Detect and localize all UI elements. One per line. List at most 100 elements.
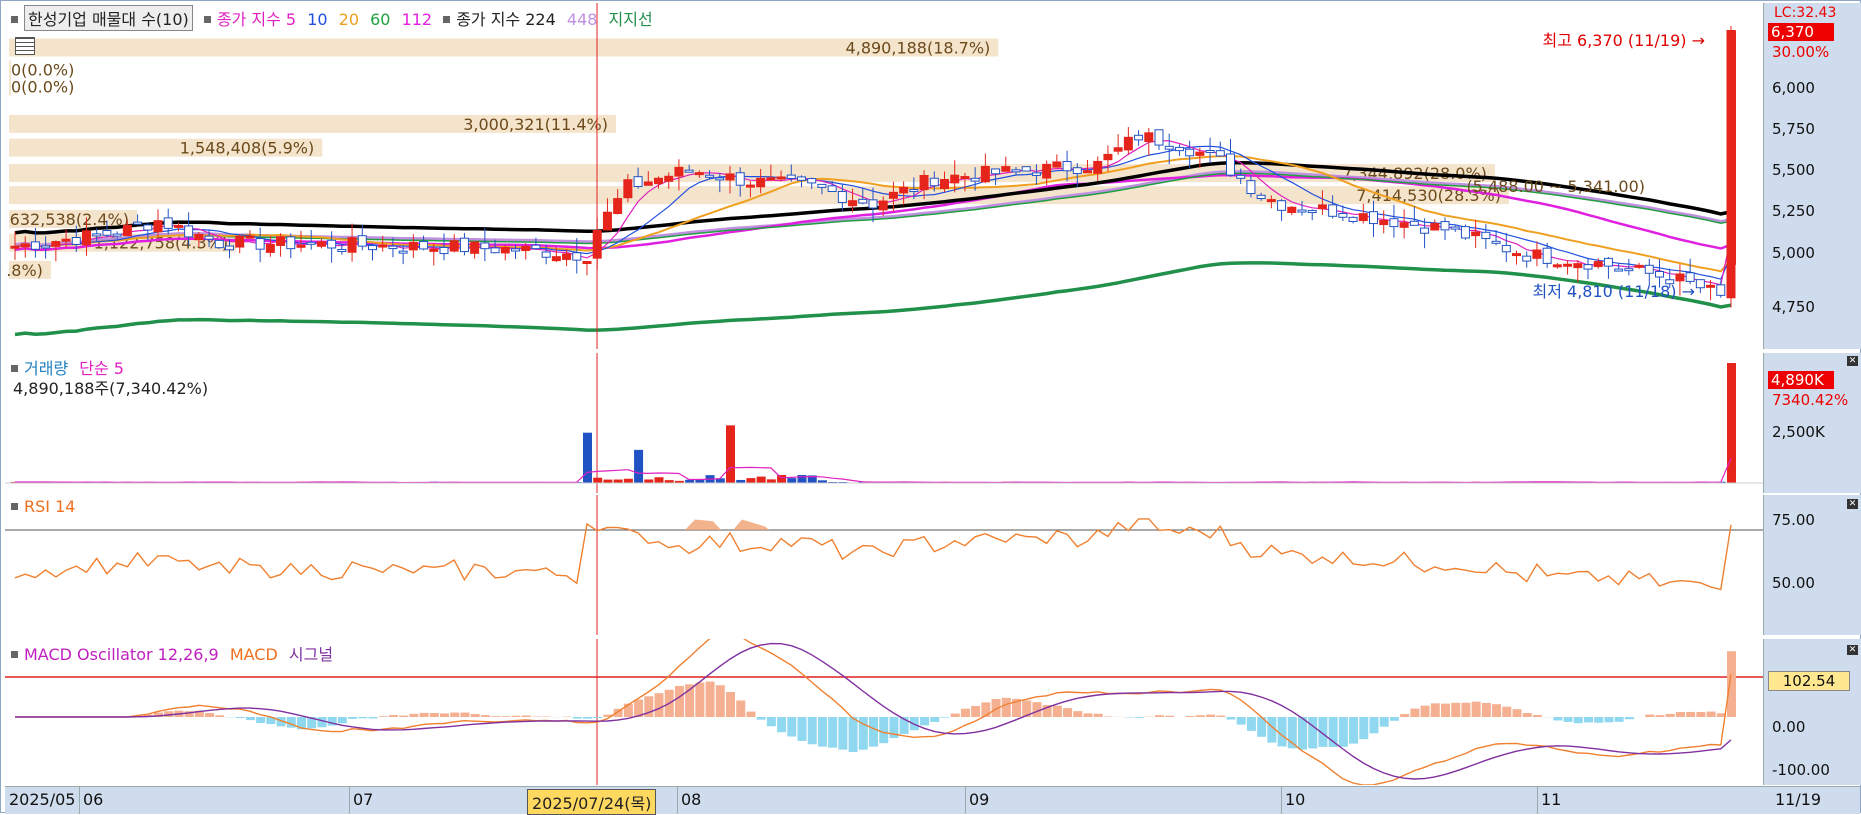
candle-body [11,246,19,248]
volume-panel[interactable]: 거래량 단순 5 4,890,188주(7,340.42%) [5,353,1763,493]
macd-axis[interactable]: ✕ 102.54 0.00 -100.00 [1763,639,1861,785]
candle-body [185,226,193,237]
candle-body [971,178,979,181]
candle-body [532,245,540,248]
candle-body [317,242,325,246]
macd-osc-bar [1574,717,1583,723]
candle-body [369,246,377,250]
close-icon[interactable]: ✕ [1847,645,1858,655]
price-panel[interactable]: 4,890,188(18.7%)3,000,321(11.4%)1,548,40… [5,3,1763,349]
candle-body [1513,254,1521,256]
candle-body [72,238,80,245]
volume-bar [746,478,755,483]
rsi-title[interactable]: RSI 14 [24,497,75,516]
candle-body [900,187,908,193]
candle-body [226,246,234,250]
macd-osc-bar [1461,703,1470,717]
candle-body [1288,207,1296,212]
ma448-label[interactable]: 448 [567,10,598,29]
macd-osc-bar [450,713,459,717]
candle-body [123,225,131,235]
close-icon[interactable]: ✕ [1847,356,1858,366]
candle-body [83,231,91,245]
ma20-label[interactable]: 20 [339,10,359,29]
candle-body [1543,248,1551,263]
macd-title[interactable]: MACD Oscillator 12,26,9 [24,645,219,664]
volume-profile-label: 3,000,321(11.4%) [463,115,608,134]
price-axis[interactable]: LC:32.43 6,370 30.00% 6,000 5,750 5,500 … [1763,3,1861,349]
rsi-panel[interactable]: RSI 14 [5,495,1763,635]
macd-osc-bar [1104,716,1113,717]
candle-body [818,184,826,187]
price-tick: 5,500 [1772,161,1815,179]
candle-body [266,244,274,252]
candle-body [307,242,315,244]
candle-body [941,179,949,188]
macd-tick: -100.00 [1772,761,1830,779]
macd-osc-bar [471,714,480,717]
candle-body [1216,151,1224,156]
macd-osc-bar [522,715,531,717]
candle-body [716,178,724,180]
candle-body [1390,219,1398,227]
current-price-badge: 6,370 [1768,23,1834,41]
macd-osc-bar [389,715,398,717]
macd-osc-bar [1604,717,1613,722]
candle-body [1533,250,1541,258]
macd-osc-bar [736,700,745,717]
macd-osc-bar [1298,717,1307,750]
close-icon[interactable]: ✕ [1847,499,1858,509]
macd-osc-bar [1094,714,1103,717]
price-tick: 5,000 [1772,244,1815,262]
table-icon[interactable] [15,37,35,55]
support-label[interactable]: 지지선 [609,10,653,29]
candle-body [1298,210,1306,212]
macd-label[interactable]: MACD [230,645,278,664]
ma112-label[interactable]: 112 [402,10,433,29]
macd-osc-bar [1206,715,1215,717]
candle-body [440,247,448,253]
x-axis[interactable]: 2025/05 06 07 08 09 10 11 2025/07/24(목) … [5,786,1860,814]
candle-body [113,234,121,236]
ma-label[interactable]: 종가 지수 5 [217,10,296,29]
title-box[interactable]: 한성기업 매물대 수(10) [24,5,193,31]
candle-body [920,175,928,189]
macd-osc-bar [961,709,970,717]
ma60-label[interactable]: 60 [370,10,390,29]
candle-body [1717,285,1725,296]
rsi-axis[interactable]: ✕ 75.00 50.00 [1763,495,1861,635]
ma2-label[interactable]: 종가 지수 224 [456,10,556,29]
candle-body [1502,245,1510,251]
ma10-label[interactable]: 10 [307,10,327,29]
macd-osc-bar [1615,717,1624,722]
candle-body [1349,217,1357,221]
candle-body [93,234,101,236]
low-annotation: 최저 4,810 (11/18) → [1532,282,1695,301]
macd-panel[interactable]: MACD Oscillator 12,26,9 MACD 시그널 [5,639,1763,785]
candle-body [1318,205,1326,209]
macd-osc-bar [706,682,715,717]
macd-osc-bar [818,717,827,747]
macd-osc-bar [1073,711,1082,717]
macd-osc-bar [379,716,388,717]
macd-osc-bar [1431,703,1440,717]
signal-label[interactable]: 시그널 [289,645,333,664]
candle-body [1084,171,1092,173]
macd-osc-bar [1421,706,1430,717]
macd-osc-bar [1227,717,1236,720]
candle-body [338,250,346,252]
candle-body [1308,211,1316,213]
macd-osc-bar [1564,717,1573,722]
price-tick: 4,750 [1772,298,1815,316]
high-annotation: 최고 6,370 (11/19) → [1542,31,1705,50]
macd-osc-bar [481,715,490,717]
volume-axis[interactable]: ✕ 4,890K 7340.42% 2,500K [1763,353,1861,493]
legend-square-icon [11,16,18,23]
candle-body [21,244,29,247]
candle-body [1124,137,1132,150]
x-gridmark [79,787,80,814]
candle-body [552,257,560,261]
price-legend: 한성기업 매물대 수(10) 종가 지수 5 10 20 60 112 종가 지… [11,5,659,31]
macd-osc-bar [941,717,950,718]
macd-osc-bar [348,717,357,719]
